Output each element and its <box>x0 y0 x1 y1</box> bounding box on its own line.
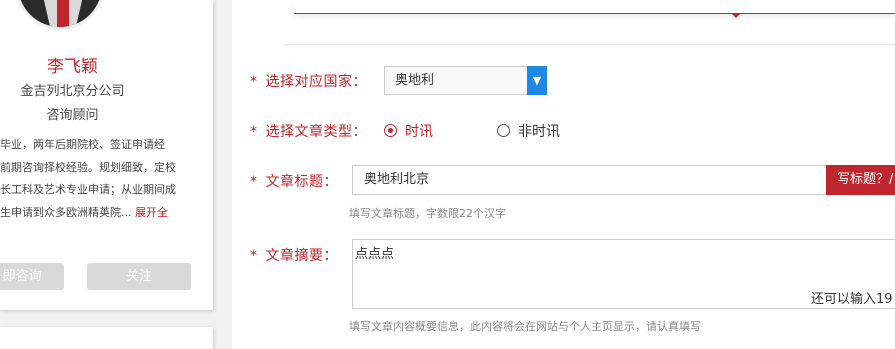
radio-non-news-label: 非时讯 <box>518 124 560 140</box>
radio-news[interactable]: 时讯 <box>384 121 433 141</box>
bio-line: 生申请到众多欧洲精英院... 展开全 <box>0 202 200 225</box>
consult-button[interactable]: 即咨询 <box>0 263 64 290</box>
title-hint: 填写文章标题，字数限22个汉字 <box>349 207 506 220</box>
advisor-role: 咨询顾问 <box>46 108 99 123</box>
char-counter: 还可以输入19 <box>811 292 893 307</box>
advisor-name[interactable]: 李飞颖 <box>0 52 145 77</box>
required-mark: * <box>250 248 258 264</box>
country-select-value: 奥地利 <box>395 73 435 88</box>
article-type-label: * 选择文章类型： <box>250 121 367 141</box>
chevron-down-icon[interactable]: ▼ <box>527 66 547 95</box>
radio-news-label: 时讯 <box>405 124 433 140</box>
title-label: * 文章标题： <box>250 171 338 191</box>
radio-unchecked-icon[interactable] <box>497 124 510 137</box>
summary-value: 点点点 <box>355 247 395 262</box>
article-form-panel: * 选择对应国家： 奥地利 ▼ * 选择文章类型： 时讯 非时讯 * 文章标题： 奥地… <box>232 0 895 349</box>
required-mark: * <box>250 124 258 140</box>
radio-checked-icon[interactable] <box>384 124 397 137</box>
bio-line-text: 生申请到众多欧洲精英院... <box>0 205 132 219</box>
secondary-card <box>0 327 213 349</box>
divider <box>284 44 895 45</box>
avatar[interactable] <box>15 0 105 30</box>
advisor-card: 李飞颖 金吉列北京分公司 咨询顾问 毕业，两年后期院校、签证申请经 前期咨询择校… <box>0 0 213 310</box>
summary-hint: 填写文章内容概要信息，此内容将会在网站与个人主页显示，请认真填写 <box>349 320 701 333</box>
summary-textarea[interactable]: 点点点 还可以输入19 <box>352 239 895 309</box>
required-mark: * <box>250 174 258 190</box>
summary-label-text: 文章摘要： <box>265 248 338 264</box>
expand-bio-link[interactable]: 展开全 <box>135 206 168 219</box>
avatar-tie <box>57 0 69 27</box>
country-label: * 选择对应国家： <box>250 71 367 91</box>
summary-label: * 文章摘要： <box>250 245 338 265</box>
required-mark: * <box>250 74 258 90</box>
country-select[interactable]: 奥地利 ▼ <box>384 66 547 95</box>
radio-non-news[interactable]: 非时讯 <box>497 121 560 141</box>
title-label-text: 文章标题： <box>265 174 338 190</box>
write-title-button[interactable]: 写标题？/ <box>826 165 895 195</box>
advisor-company: 金吉列北京分公司 <box>20 84 125 99</box>
banner-arrow-icon <box>731 13 741 18</box>
advisor-bio: 毕业，两年后期院校、签证申请经 前期咨询择校经验。规划细致，定校 长工科及艺术专… <box>0 134 200 224</box>
bio-line: 长工科及艺术专业申请；从业期间成 <box>0 183 176 196</box>
header-banner <box>294 0 895 18</box>
follow-button[interactable]: 关注 <box>87 263 191 290</box>
title-input[interactable]: 奥地利北京 <box>352 165 827 195</box>
article-type-label-text: 选择文章类型： <box>265 124 367 140</box>
bio-line: 前期咨询择校经验。规划细致，定校 <box>0 160 176 174</box>
bio-line: 毕业，两年后期院校、签证申请经 <box>0 138 165 151</box>
country-label-text: 选择对应国家： <box>265 74 367 90</box>
